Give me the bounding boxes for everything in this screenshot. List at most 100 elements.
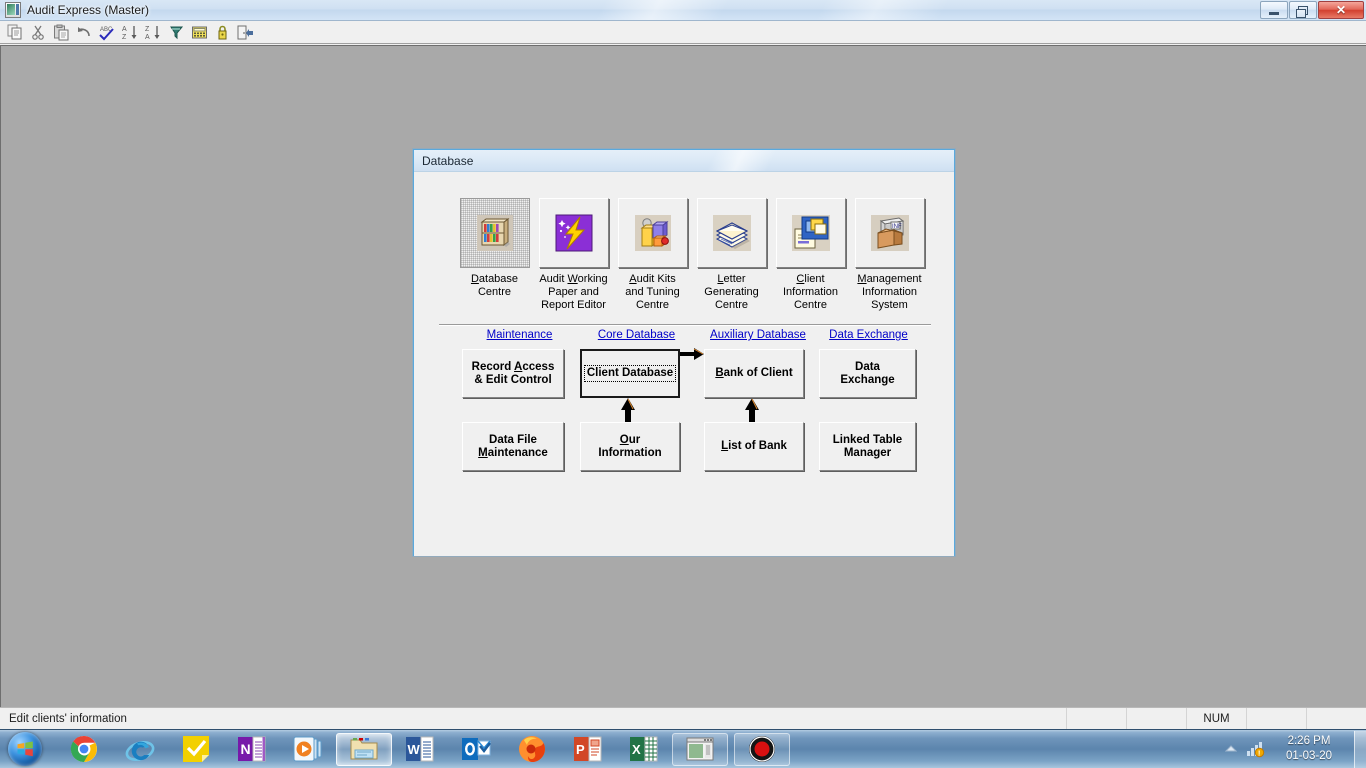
data-file-maintenance-label: Data File Maintenance [478,433,548,459]
button-data-exchange[interactable]: Data Exchange [819,349,916,398]
module-icon-row: Database Centre Audit Working Paper and … [414,172,954,312]
yellow-check-icon [183,736,209,762]
archive-box-icon: INF [870,215,909,251]
application-window: Audit Express (Master) ✕ ABC A Z Z A Dat… [0,0,1366,729]
icon-button-database-centre[interactable]: Database Centre [457,198,532,312]
app-icon[interactable] [5,2,21,18]
audit-working-paper-face[interactable] [538,198,609,268]
button-record-access-and-edit-control[interactable]: Record Access & Edit Control [462,349,564,398]
category-links: Maintenance Core Database Auxiliary Data… [414,329,956,347]
category-link-data-exchange[interactable]: Data Exchange [808,329,929,341]
spelling-icon[interactable]: ABC [96,22,118,42]
internet-explorer-icon [125,741,155,761]
onenote-icon: N [238,736,266,762]
status-panel-num: NUM [1186,708,1246,729]
taskbar-file-explorer[interactable] [336,732,392,766]
window-titlebar[interactable]: Audit Express (Master) ✕ [0,0,1366,21]
taskbar: N W P X ! 2:26 PM 01-03-20 [0,729,1366,768]
calculator-icon[interactable] [188,22,210,42]
minimize-icon [1269,11,1279,15]
taskbar-onenote[interactable]: N [224,733,280,766]
window-icon [686,737,714,761]
taskbar-internet-explorer[interactable] [112,733,168,766]
taskbar-powerpoint[interactable]: P [560,733,616,766]
undo-icon[interactable] [73,22,95,42]
category-link-core-database[interactable]: Core Database [579,329,694,341]
icon-button-audit-kits-and-tuning[interactable]: Audit Kits and Tuning Centre [615,198,690,312]
outlook-icon [462,738,491,760]
database-centre-caption: Database Centre [470,273,519,298]
chrome-icon [70,735,97,763]
taskbar-outlook[interactable] [448,733,504,766]
show-desktop-button[interactable] [1354,730,1366,768]
close-button[interactable]: ✕ [1318,1,1364,19]
clock-date: 01-03-20 [1285,750,1333,762]
audit-kits-face[interactable] [617,198,688,268]
taskbar-chrome[interactable] [56,733,112,766]
filter-icon[interactable] [165,22,187,42]
icon-button-letter-generating-centre[interactable]: Letter Generating Centre [694,198,769,312]
svg-text:A: A [122,26,127,33]
toolbar: ABC A Z Z A [0,21,1366,44]
taskbar-screen-recorder[interactable] [734,732,790,766]
show-hidden-icons-button[interactable] [1220,732,1242,766]
paste-icon[interactable] [50,22,72,42]
envelopes-icon [712,215,751,251]
start-button[interactable] [2,731,48,768]
taskbar-sticky-notes[interactable] [168,733,224,766]
window-title: Audit Express (Master) [27,3,150,17]
word-icon: W [406,736,434,762]
network-status-icon[interactable]: ! [1242,732,1268,766]
taskbar-audit-express[interactable] [672,732,728,766]
button-data-file-maintenance[interactable]: Data File Maintenance [462,422,564,471]
exit-icon[interactable] [234,22,256,42]
taskbar-word[interactable]: W [392,733,448,766]
close-icon: ✕ [1335,3,1347,17]
icon-button-client-information-centre[interactable]: Client Information Centre [773,198,848,312]
mdi-client-area: Database Database Centre Audit Working P… [0,45,1366,707]
file-explorer-icon [350,738,378,760]
letter-generating-caption: Letter Generating Centre [704,273,759,311]
status-panels: NUM [1066,708,1366,729]
taskbar-media-player[interactable] [280,733,336,766]
chevron-up-icon [1225,745,1237,752]
management-information-face[interactable]: INF [854,198,925,268]
status-panel-3 [1246,708,1306,729]
svg-text:Z: Z [145,26,150,33]
button-bank-of-client[interactable]: Bank of Client [704,349,804,398]
caption-buttons: ✕ [1259,1,1364,19]
button-client-database[interactable]: Client Database [580,349,680,398]
record-access-label: Record Access & Edit Control [471,360,555,386]
category-link-auxiliary-database[interactable]: Auxiliary Database [691,329,825,341]
arrow-client-to-bank-icon [676,348,704,360]
our-information-label: Our Information [598,433,662,459]
cut-icon[interactable] [27,22,49,42]
svg-text:!: ! [1258,751,1260,758]
icon-button-management-information-system[interactable]: INF Management Information System [852,198,927,312]
svg-text:N: N [241,741,251,757]
copy-icon[interactable] [4,22,26,42]
database-centre-face[interactable] [459,198,530,268]
powerpoint-icon: P [574,736,602,762]
taskbar-excel[interactable]: X [616,733,672,766]
lock-icon[interactable] [211,22,233,42]
arrow-placeholder [414,375,442,389]
sort-ascending-icon[interactable]: A Z [119,22,141,42]
clock[interactable]: 2:26 PM 01-03-20 [1268,734,1350,764]
category-link-maintenance[interactable]: Maintenance [462,329,577,341]
start-orb-icon [8,732,42,766]
dialog-titlebar-sheen [414,150,954,171]
client-information-face[interactable] [775,198,846,268]
button-list-of-bank[interactable]: List of Bank [704,422,804,471]
svg-text:P: P [576,742,585,757]
sort-descending-icon[interactable]: Z A [142,22,164,42]
database-dialog-titlebar[interactable]: Database [414,150,954,172]
button-linked-table-manager[interactable]: Linked Table Manager [819,422,916,471]
restore-button[interactable] [1289,1,1317,19]
taskbar-firefox[interactable] [504,733,560,766]
icon-button-audit-working-paper[interactable]: Audit Working Paper and Report Editor [536,198,611,312]
database-dialog: Database Database Centre Audit Working P… [413,149,955,556]
minimize-button[interactable] [1260,1,1288,19]
letter-generating-face[interactable] [696,198,767,268]
button-our-information[interactable]: Our Information [580,422,680,471]
